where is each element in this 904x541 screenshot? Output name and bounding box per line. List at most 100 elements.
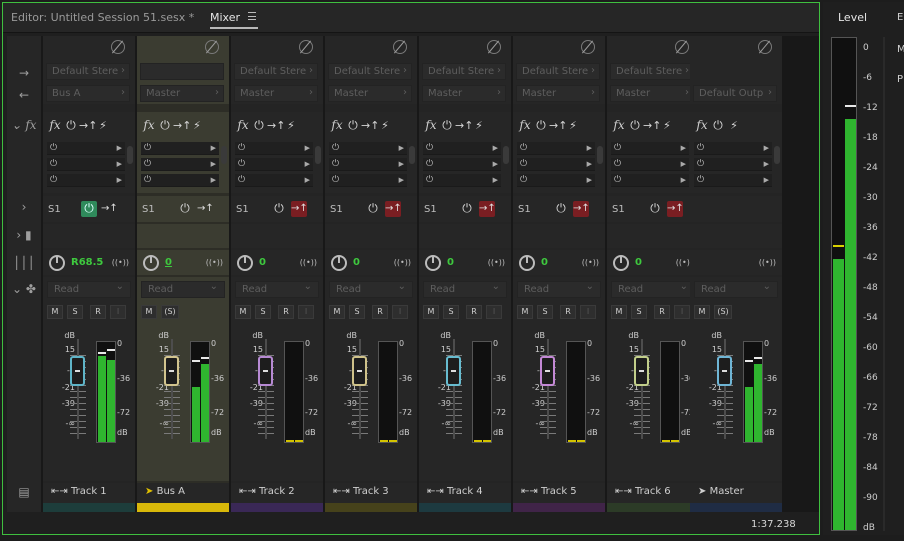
fx-prepost-icon[interactable]: →↑: [455, 118, 473, 134]
fx-slot[interactable]: ⏻: [517, 174, 595, 187]
fx-icon[interactable]: fx: [329, 118, 345, 134]
fx-slot[interactable]: ⏻: [47, 158, 125, 171]
send-route-icon[interactable]: →↑: [291, 201, 308, 217]
fx-scrollbar[interactable]: [774, 146, 780, 164]
send-power-icon[interactable]: ⏻: [553, 201, 569, 217]
fx-lightning-icon[interactable]: ⚡: [377, 118, 393, 134]
volume-fader[interactable]: [164, 356, 179, 386]
fx-icon[interactable]: fx: [694, 118, 710, 134]
input-monitor-button[interactable]: I: [580, 305, 596, 319]
input-select[interactable]: Default Stere ›: [46, 63, 130, 80]
solo-safe-button[interactable]: (S): [714, 305, 732, 319]
solo-button[interactable]: S: [349, 305, 365, 319]
pan-value[interactable]: 0: [447, 257, 454, 268]
pan-knob[interactable]: [49, 255, 65, 271]
track-name[interactable]: ➤ Master: [690, 483, 782, 503]
output-select[interactable]: Master ›: [234, 85, 318, 102]
phase-invert-icon[interactable]: [111, 40, 125, 54]
automation-select[interactable]: Read: [611, 281, 695, 298]
phase-invert-icon[interactable]: [299, 40, 313, 54]
phase-invert-icon[interactable]: [393, 40, 407, 54]
fx-slot[interactable]: ⏻: [423, 158, 501, 171]
phase-invert-icon[interactable]: [205, 40, 219, 54]
fx-lightning-icon[interactable]: ⚡: [189, 118, 205, 134]
fx-slot[interactable]: ⏻: [611, 158, 689, 171]
phase-invert-icon[interactable]: [581, 40, 595, 54]
fx-scrollbar[interactable]: [221, 146, 227, 164]
fx-slot[interactable]: ⏻: [141, 142, 219, 155]
fx-power-icon[interactable]: ⏻: [710, 118, 726, 134]
track-name[interactable]: ⇤⇥ Track 2: [231, 483, 323, 503]
fx-power-icon[interactable]: ⏻: [533, 118, 549, 134]
fx-slot[interactable]: ⏻: [694, 142, 772, 155]
automation-select[interactable]: Read: [694, 281, 778, 298]
automation-section-toggle[interactable]: ⌄ ✤: [7, 282, 41, 296]
output-select[interactable]: Master ›: [516, 85, 600, 102]
fx-slot[interactable]: ⏻: [235, 158, 313, 171]
send-power-icon[interactable]: ⏻: [365, 201, 381, 217]
volume-fader[interactable]: [446, 356, 461, 386]
fx-slot[interactable]: ⏻: [141, 174, 219, 187]
phase-invert-icon[interactable]: [675, 40, 689, 54]
fx-power-icon[interactable]: ⏻: [157, 118, 173, 134]
track-name[interactable]: ⇤⇥ Track 3: [325, 483, 417, 503]
record-button[interactable]: R: [372, 305, 388, 319]
track-name[interactable]: ➤ Bus A: [137, 483, 229, 503]
fx-icon[interactable]: fx: [611, 118, 627, 134]
solo-safe-button[interactable]: (S): [161, 305, 179, 319]
solo-button[interactable]: S: [255, 305, 271, 319]
pan-knob[interactable]: [519, 255, 535, 271]
fx-slot[interactable]: ⏻: [423, 142, 501, 155]
eq-section-toggle[interactable]: › ▮: [7, 228, 41, 242]
fx-slot[interactable]: ⏻: [47, 142, 125, 155]
send-power-icon[interactable]: ⏻: [647, 201, 663, 217]
input-monitor-button[interactable]: I: [110, 305, 126, 319]
pan-knob[interactable]: [143, 255, 159, 271]
input-monitor-button[interactable]: I: [298, 305, 314, 319]
tab-mixer[interactable]: Mixer: [210, 11, 240, 24]
volume-fader[interactable]: [634, 356, 649, 386]
phase-invert-icon[interactable]: [487, 40, 501, 54]
input-monitor-button[interactable]: I: [486, 305, 502, 319]
send-power-icon[interactable]: ⏻: [81, 201, 97, 217]
mute-button[interactable]: M: [423, 305, 439, 319]
track-name[interactable]: ⇤⇥ Track 1: [43, 483, 135, 503]
fx-slot[interactable]: ⏻: [611, 174, 689, 187]
track-name[interactable]: ⇤⇥ Track 6: [607, 483, 699, 503]
send-route-icon[interactable]: →↑: [573, 201, 590, 217]
pan-value[interactable]: 0: [353, 257, 360, 268]
pan-value[interactable]: R68.5: [71, 257, 103, 268]
fx-lightning-icon[interactable]: ⚡: [726, 118, 742, 134]
pan-knob[interactable]: [613, 255, 629, 271]
fx-scrollbar[interactable]: [127, 146, 133, 164]
pan-knob[interactable]: [331, 255, 347, 271]
fx-lightning-icon[interactable]: ⚡: [471, 118, 487, 134]
send-power-icon[interactable]: ⏻: [459, 201, 475, 217]
send-power-icon[interactable]: ⏻: [177, 201, 193, 217]
fx-icon[interactable]: fx: [423, 118, 439, 134]
fx-icon[interactable]: fx: [141, 118, 157, 134]
fx-slot[interactable]: ⏻: [47, 174, 125, 187]
automation-select[interactable]: Read: [141, 281, 225, 298]
mute-button[interactable]: M: [611, 305, 627, 319]
output-select[interactable]: Master ›: [140, 85, 224, 102]
sends-section-toggle[interactable]: ›: [7, 200, 41, 214]
fx-scrollbar[interactable]: [409, 146, 415, 164]
volume-fader[interactable]: [540, 356, 555, 386]
automation-select[interactable]: Read: [47, 281, 131, 298]
fx-scrollbar[interactable]: [315, 146, 321, 164]
fx-scrollbar[interactable]: [503, 146, 509, 164]
mute-button[interactable]: M: [329, 305, 345, 319]
solo-button[interactable]: S: [443, 305, 459, 319]
send-route-icon[interactable]: →↑: [479, 201, 496, 217]
output-select[interactable]: Master ›: [610, 85, 694, 102]
fx-section-toggle[interactable]: ⌄ fx: [7, 118, 41, 132]
panel-menu-icon[interactable]: [248, 12, 256, 20]
fx-lightning-icon[interactable]: ⚡: [283, 118, 299, 134]
mute-button[interactable]: M: [235, 305, 251, 319]
fx-lightning-icon[interactable]: ⚡: [565, 118, 581, 134]
mute-button[interactable]: M: [141, 305, 157, 319]
fx-slot[interactable]: ⏻: [517, 158, 595, 171]
fx-prepost-icon[interactable]: →↑: [643, 118, 661, 134]
input-select[interactable]: Default Stere ›: [328, 63, 412, 80]
